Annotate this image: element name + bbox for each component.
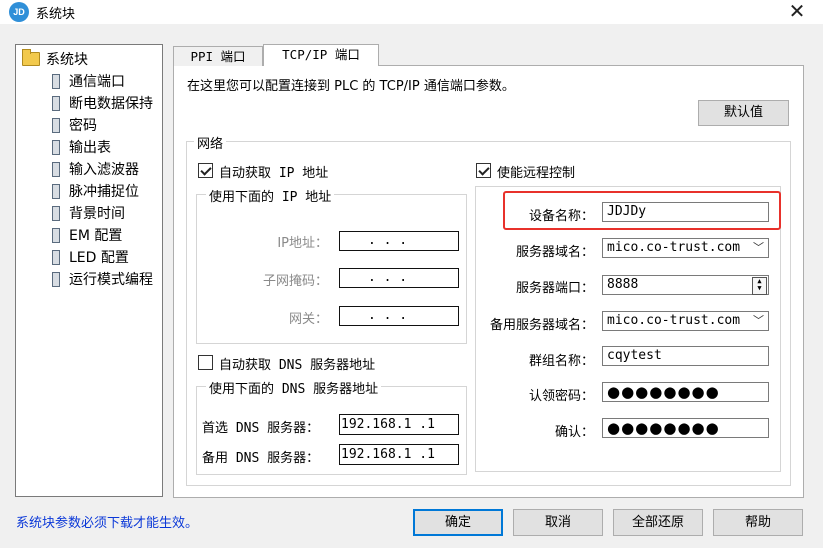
network-group-label: 网络: [194, 133, 227, 152]
gateway-label: 网关：: [288, 312, 328, 327]
page-icon: [52, 118, 60, 133]
ok-button[interactable]: 确定: [413, 509, 503, 536]
ip-address-label: IP地址：: [277, 236, 328, 251]
close-icon[interactable]: ✕: [786, 0, 808, 22]
tree-item-label: 密码: [69, 118, 97, 134]
group-name-label: 群组名称：: [528, 354, 594, 369]
secondary-dns-input[interactable]: 192.168.1 .1: [339, 444, 459, 465]
spinner-arrows-icon[interactable]: ▲ ▼: [752, 277, 767, 295]
group-name-input[interactable]: cqytest: [602, 346, 769, 366]
system-block-tree[interactable]: 系统块 通信端口 断电数据保持 密码 输出表 输入滤波器 脉冲捕捉位 背景时间 …: [15, 44, 163, 497]
tree-item-label: LED 配置: [69, 250, 129, 266]
subnet-mask-label: 子网掩码：: [262, 274, 328, 289]
footer-note: 系统块参数必须下载才能生效。: [16, 516, 199, 531]
tree-item-label: EM 配置: [69, 228, 123, 244]
primary-dns-label: 首选 DNS 服务器：: [202, 421, 320, 436]
page-icon: [52, 250, 60, 265]
manual-ip-group-label: 使用下面的 IP 地址: [206, 186, 335, 205]
backup-domain-select[interactable]: mico.co-trust.com ﹀: [602, 311, 769, 331]
app-icon: JD: [9, 2, 29, 22]
help-button[interactable]: 帮助: [713, 509, 803, 536]
tree-item-label: 断电数据保持: [69, 96, 153, 112]
page-icon: [52, 74, 60, 89]
subnet-mask-input[interactable]: . . .: [339, 268, 459, 288]
tree-item-label: 输入滤波器: [69, 162, 139, 178]
server-domain-select[interactable]: mico.co-trust.com ﹀: [602, 238, 769, 258]
claim-password-label: 认领密码：: [528, 389, 594, 404]
server-domain-value: mico.co-trust.com: [607, 240, 741, 255]
auto-ip-label: 自动获取 IP 地址: [219, 166, 329, 181]
claim-password-input[interactable]: ●●●●●●●●: [602, 382, 769, 402]
tree-item-label: 背景时间: [69, 206, 125, 222]
default-values-button[interactable]: 默认值: [698, 100, 789, 126]
tree-root-label: 系统块: [46, 52, 88, 68]
chevron-down-icon[interactable]: ﹀: [753, 239, 764, 257]
primary-dns-input[interactable]: 192.168.1 .1: [339, 414, 459, 435]
title-bar: [0, 0, 823, 24]
page-icon: [52, 184, 60, 199]
server-port-value: 8888: [607, 277, 639, 292]
chevron-down-icon[interactable]: ﹀: [753, 312, 764, 330]
confirm-password-label: 确认：: [554, 425, 594, 440]
page-icon: [52, 228, 60, 243]
gateway-input[interactable]: . . .: [339, 306, 459, 326]
page-icon: [52, 206, 60, 221]
remote-control-checkbox[interactable]: [476, 163, 491, 178]
server-port-label: 服务器端口：: [515, 281, 594, 296]
device-name-label: 设备名称：: [528, 209, 594, 224]
auto-dns-label: 自动获取 DNS 服务器地址: [219, 358, 376, 373]
restore-all-button[interactable]: 全部还原: [613, 509, 703, 536]
secondary-dns-label: 备用 DNS 服务器：: [202, 451, 320, 466]
ip-address-input[interactable]: . . .: [339, 231, 459, 251]
backup-domain-value: mico.co-trust.com: [607, 313, 741, 328]
confirm-password-input[interactable]: ●●●●●●●●: [602, 418, 769, 438]
tree-item-label: 通信端口: [69, 74, 125, 90]
page-icon: [52, 140, 60, 155]
active-tab-joint: [264, 64, 378, 67]
page-icon: [52, 162, 60, 177]
tab-ppi-port[interactable]: PPI 端口: [173, 46, 263, 66]
auto-dns-checkbox[interactable]: [198, 355, 213, 370]
server-domain-label: 服务器域名：: [515, 245, 594, 260]
folder-icon: [22, 49, 40, 66]
cancel-button[interactable]: 取消: [513, 509, 603, 536]
backup-domain-label: 备用服务器域名：: [489, 318, 594, 333]
tab-tcp-ip-port[interactable]: TCP/IP 端口: [263, 44, 379, 66]
server-port-input[interactable]: 8888 ▲ ▼: [602, 275, 769, 295]
tree-item-label: 脉冲捕捉位: [69, 184, 139, 200]
device-name-input[interactable]: JDJDy: [602, 202, 769, 222]
tree-item-label: 运行模式编程: [69, 272, 153, 288]
page-icon: [52, 272, 60, 287]
tree-item-label: 输出表: [69, 140, 111, 156]
auto-ip-checkbox[interactable]: [198, 163, 213, 178]
manual-dns-group-label: 使用下面的 DNS 服务器地址: [206, 378, 382, 397]
page-icon: [52, 96, 60, 111]
panel-description: 在这里您可以配置连接到 PLC 的 TCP/IP 通信端口参数。: [187, 79, 515, 94]
window-title: 系统块: [36, 7, 76, 22]
remote-control-label: 使能远程控制: [497, 166, 576, 181]
